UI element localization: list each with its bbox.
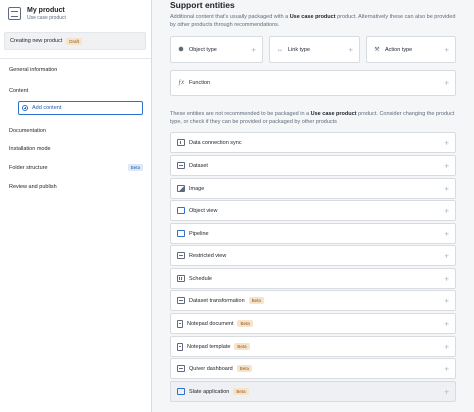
support-description: Additional content that's usually packag… bbox=[170, 14, 456, 28]
image-icon bbox=[177, 185, 185, 192]
sidebar: My product Use case product Creating new… bbox=[0, 0, 152, 412]
document-icon bbox=[177, 319, 183, 328]
product-header: My product Use case product bbox=[8, 6, 66, 22]
nav-label: Documentation bbox=[9, 128, 46, 134]
row-schedule[interactable]: Schedule + bbox=[170, 268, 456, 289]
row-quiver-dashboard[interactable]: Quiver dashboard Beta + bbox=[170, 358, 456, 379]
row-dataset-transformation[interactable]: Dataset transformation Beta + bbox=[170, 290, 456, 311]
link-icon: ↔ bbox=[277, 46, 283, 53]
product-subtitle: Use case product bbox=[27, 15, 66, 21]
dataset-icon bbox=[177, 162, 185, 169]
nav-label: General information bbox=[9, 67, 58, 73]
beta-badge: Beta bbox=[234, 343, 250, 350]
nav-label: Review and publish bbox=[9, 184, 57, 190]
add-icon: + bbox=[444, 45, 449, 54]
scrollbar[interactable] bbox=[470, 0, 474, 412]
row-object-view[interactable]: Object view + bbox=[170, 200, 456, 221]
beta-badge: Beta bbox=[233, 388, 249, 395]
beta-badge: Beta bbox=[127, 164, 143, 171]
add-icon: + bbox=[444, 251, 449, 260]
nav-label: Content bbox=[9, 88, 29, 94]
add-icon: + bbox=[444, 319, 449, 328]
nav-folder-structure[interactable]: Folder structure Beta bbox=[9, 164, 143, 171]
row-notepad-document[interactable]: Notepad document Beta + bbox=[170, 313, 456, 334]
plus-circle-icon bbox=[22, 105, 28, 111]
add-icon: + bbox=[348, 45, 353, 54]
section-title: Support entities bbox=[170, 0, 235, 10]
beta-badge: Beta bbox=[236, 365, 252, 372]
sync-icon bbox=[177, 139, 185, 146]
add-icon: + bbox=[444, 161, 449, 170]
function-icon: ƒx bbox=[177, 80, 185, 86]
add-icon: + bbox=[444, 342, 449, 351]
nav-content[interactable]: Content bbox=[9, 88, 143, 94]
slate-icon bbox=[177, 388, 185, 395]
cube-icon: ⬢ bbox=[178, 47, 184, 53]
add-icon: + bbox=[444, 184, 449, 193]
nav-label: Folder structure bbox=[9, 164, 48, 171]
card-function[interactable]: ƒx Function + bbox=[170, 70, 456, 96]
add-icon: + bbox=[444, 229, 449, 238]
row-data-connection-sync[interactable]: Data connection sync + bbox=[170, 132, 456, 153]
row-slate-application[interactable]: Slate application Beta + bbox=[170, 381, 456, 402]
card-object-type[interactable]: ⬢ Object type + bbox=[170, 36, 263, 63]
nav-general-information[interactable]: General information bbox=[9, 67, 143, 73]
schedule-icon bbox=[177, 275, 185, 282]
add-icon: + bbox=[444, 78, 449, 88]
row-restricted-view[interactable]: Restricted view + bbox=[170, 245, 456, 266]
beta-badge: Beta bbox=[237, 320, 253, 327]
nav-label: Installation mode bbox=[9, 146, 51, 152]
nav-documentation[interactable]: Documentation bbox=[9, 128, 143, 134]
nav-review-and-publish[interactable]: Review and publish bbox=[9, 184, 143, 190]
add-icon: + bbox=[444, 138, 449, 147]
product-state-bar: Creating new product Draft bbox=[4, 32, 146, 50]
row-image[interactable]: Image + bbox=[170, 178, 456, 199]
add-icon: + bbox=[444, 364, 449, 373]
dashboard-icon bbox=[177, 365, 185, 372]
restricted-view-icon bbox=[177, 252, 185, 259]
transform-icon bbox=[177, 297, 185, 304]
product-name: My product bbox=[27, 7, 65, 14]
card-action-type[interactable]: ⚒ Action type + bbox=[366, 36, 456, 63]
add-icon: + bbox=[251, 45, 256, 54]
row-pipeline[interactable]: Pipeline + bbox=[170, 223, 456, 244]
row-dataset[interactable]: Dataset + bbox=[170, 155, 456, 176]
add-icon: + bbox=[444, 274, 449, 283]
add-icon: + bbox=[444, 296, 449, 305]
action-icon: ⚒ bbox=[374, 47, 380, 53]
template-icon bbox=[177, 342, 183, 351]
state-text: Creating new product bbox=[10, 38, 63, 44]
draft-badge: Draft bbox=[66, 37, 83, 45]
add-icon: + bbox=[444, 387, 449, 396]
beta-badge: Beta bbox=[248, 297, 264, 304]
pipeline-icon bbox=[177, 230, 185, 237]
main-panel: Support entities Additional content that… bbox=[152, 0, 474, 412]
row-notepad-template[interactable]: Notepad template Beta + bbox=[170, 336, 456, 357]
nav-installation-mode[interactable]: Installation mode bbox=[9, 146, 143, 152]
add-icon: + bbox=[444, 206, 449, 215]
card-link-type[interactable]: ↔ Link type + bbox=[269, 36, 360, 63]
add-content-button[interactable]: Add content bbox=[18, 101, 143, 115]
nav-divider bbox=[0, 58, 151, 59]
add-content-label: Add content bbox=[32, 105, 62, 111]
product-icon bbox=[8, 7, 21, 20]
not-recommended-description: These entities are not recommended to be… bbox=[170, 111, 455, 125]
object-view-icon bbox=[177, 207, 185, 214]
